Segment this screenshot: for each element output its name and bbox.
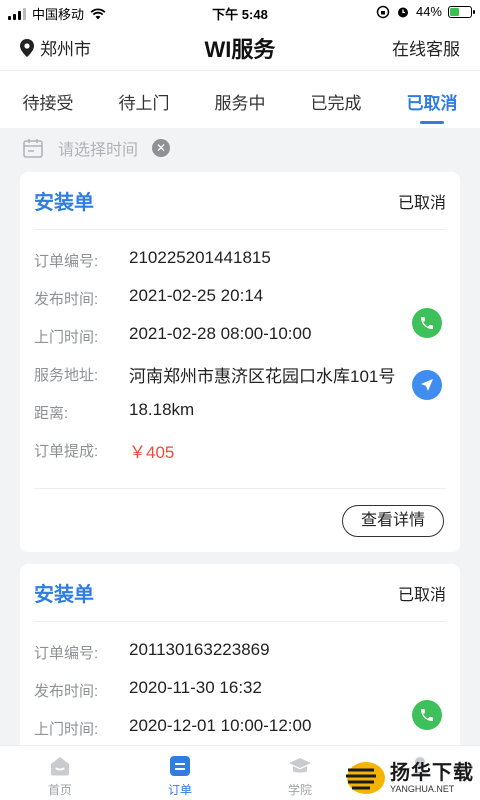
tabbar-home[interactable]: 首页: [0, 746, 120, 800]
order-field-row: 订单编号: 210225201441815: [34, 248, 446, 286]
location-label: 郑州市: [40, 40, 91, 59]
status-bar: 中国移动 下午 5:48 44%: [0, 0, 480, 24]
tabbar-academy[interactable]: 学院: [240, 746, 360, 800]
tabbar-label: 订单: [167, 783, 192, 797]
order-status: 已取消: [397, 586, 446, 604]
tab-completed[interactable]: 已完成: [288, 71, 384, 128]
call-button[interactable]: [412, 308, 442, 338]
field-label: 发布时间:: [34, 291, 99, 308]
service-address: 河南郑州市惠济区花园口水库101号: [129, 367, 396, 386]
field-label: 订单编号:: [34, 253, 99, 270]
field-label: 订单编号:: [34, 645, 99, 662]
field-label: 上门时间:: [34, 329, 99, 346]
field-label: 服务地址:: [34, 367, 99, 384]
distance: 18.18km: [129, 400, 195, 419]
order-number: 210225201441815: [129, 248, 271, 267]
header: 郑州市 WI服务 在线客服: [0, 24, 480, 70]
watermark: 扬华下载 YANGHUA.NET: [344, 760, 474, 796]
watermark-logo: [346, 762, 385, 794]
order-field-row: 距离: 18.18km: [34, 400, 446, 438]
order-card: 安装单 已取消 订单编号: 210225201441815 发布时间: 2021-0…: [20, 172, 460, 552]
phone-icon: [421, 709, 433, 721]
order-field-row: 订单编号: 201130163223869: [34, 640, 446, 678]
order-card: 安装单 已取消 订单编号: 201130163223869 发布时间: 2020-1…: [20, 564, 460, 792]
watermark-subtext: YANGHUA.NET: [390, 784, 455, 794]
alarm-icon: [397, 7, 408, 17]
battery-icon: [448, 5, 475, 18]
phone-icon: [421, 317, 433, 329]
commission: ￥405: [129, 443, 175, 462]
order-field-row: 上门时间: 2021-02-28 08:00-10:00: [34, 324, 446, 362]
order-type: 安装单: [34, 584, 94, 606]
order-field-row: 发布时间: 2021-02-25 20:14: [34, 286, 446, 324]
order-icon: [170, 756, 190, 776]
order-number: 201130163223869: [129, 640, 270, 659]
field-label: 上门时间:: [34, 721, 99, 738]
academy-icon: [289, 758, 311, 773]
order-field-row: 订单提成: ￥405: [34, 438, 446, 476]
tabbar-label: 首页: [47, 783, 72, 797]
visit-time: 2021-02-28 08:00-10:00: [129, 324, 312, 343]
online-service-link[interactable]: 在线客服: [392, 35, 460, 60]
call-button[interactable]: [412, 700, 442, 730]
order-field-row: 发布时间: 2020-11-30 16:32: [34, 678, 446, 716]
home-icon: [51, 757, 69, 776]
tab-pending-visit[interactable]: 待上门: [96, 71, 192, 128]
order-type: 安装单: [34, 192, 94, 214]
battery-percent: 44%: [415, 4, 442, 19]
publish-time: 2020-11-30 16:32: [129, 678, 262, 697]
order-status: 已取消: [397, 194, 446, 212]
order-field-row: 服务地址: 河南郑州市惠济区花园口水库101号: [34, 362, 446, 400]
tab-cancelled[interactable]: 已取消: [384, 71, 480, 128]
watermark-text: 扬华下载: [390, 762, 474, 784]
tabbar-label: 学院: [287, 783, 312, 797]
location-selector[interactable]: 郑州市: [20, 35, 91, 60]
view-details-button[interactable]: 查看详情: [342, 505, 444, 537]
tabbar-orders[interactable]: 订单: [120, 746, 240, 800]
field-label: 发布时间:: [34, 683, 99, 700]
date-filter-placeholder: 请选择时间: [58, 142, 139, 159]
location-pin-icon: [20, 38, 34, 57]
visit-time: 2020-12-01 10:00-12:00: [129, 716, 312, 735]
tab-in-service[interactable]: 服务中: [192, 71, 288, 128]
date-filter[interactable]: 请选择时间 ✕: [0, 128, 480, 168]
navigate-button[interactable]: [412, 370, 442, 400]
rotation-lock-icon: [376, 5, 390, 18]
page-title: WI服务: [204, 37, 276, 62]
field-label: 订单提成:: [34, 443, 99, 460]
tab-pending-accept[interactable]: 待接受: [0, 71, 96, 128]
field-label: 距离:: [34, 405, 69, 422]
navigation-arrow-icon: [421, 379, 433, 391]
order-status-tabs: 待接受 待上门 服务中 已完成 已取消: [0, 70, 480, 128]
calendar-icon: [23, 139, 43, 158]
clear-date-icon[interactable]: ✕: [152, 139, 171, 157]
publish-time: 2021-02-25 20:14: [129, 286, 264, 305]
